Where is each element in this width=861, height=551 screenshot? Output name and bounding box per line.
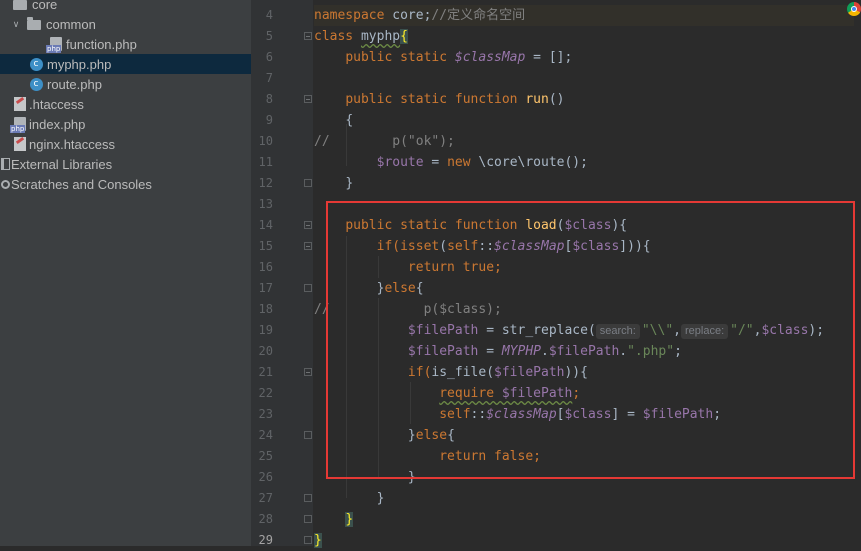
line-number: 5 [265,29,273,43]
line-number: 24 [258,428,273,442]
code-line-27[interactable]: } [314,488,385,509]
fold-marker-icon[interactable] [304,221,312,229]
php-class-icon: c [28,56,44,72]
code-line-9[interactable]: { [314,110,353,131]
fold-marker-icon[interactable] [304,431,312,439]
line-number: 19 [258,323,273,337]
line-number: 23 [258,407,273,421]
line-number: 20 [258,344,273,358]
tree-item-label: index.php [29,116,86,132]
line-number: 17 [258,281,273,295]
tree-item-label: Scratches and Consoles [11,176,152,192]
line-number: 28 [258,512,273,526]
project-tree-panel: core ∨ common function.php c myphp.php c… [0,0,251,546]
htaccess-file-icon [12,136,28,152]
line-number: 7 [265,71,273,85]
code-line-8[interactable]: public static function run() [314,89,564,110]
tree-item-label: External Libraries [11,156,113,172]
line-number: 12 [258,176,273,190]
tree-item-myphp-php[interactable]: c myphp.php [0,54,251,74]
line-number: 15 [258,239,273,253]
tree-item-label: .htaccess [29,96,84,112]
tree-item-index-php[interactable]: index.php [0,114,251,134]
line-number: 11 [258,155,273,169]
code-line-5[interactable]: class myphp{ [314,26,408,47]
tree-item-external-libraries[interactable]: External Libraries [0,154,251,174]
line-number: 27 [258,491,273,505]
tree-item-core[interactable]: core [0,0,251,14]
line-number: 14 [258,218,273,232]
php-file-icon [10,116,28,133]
tree-item-label: route.php [47,76,102,92]
line-number: 18 [258,302,273,316]
fold-marker-icon[interactable] [304,536,312,544]
fold-marker-icon[interactable] [304,515,312,523]
tree-item-label: common [46,16,96,32]
line-number: 13 [258,197,273,211]
code-line-29[interactable]: } [314,530,322,551]
fold-marker-icon[interactable] [304,284,312,292]
highlight-annotation-box [326,201,855,479]
tree-item-scratches[interactable]: Scratches and Consoles [0,174,251,194]
line-number: 25 [258,449,273,463]
line-number: 29 [258,533,273,547]
line-number: 16 [258,260,273,274]
line-number: 8 [265,92,273,106]
code-line-4[interactable]: namespace core;//定义命名空间 [314,5,854,26]
folder-icon [12,0,28,12]
fold-marker-icon[interactable] [304,494,312,502]
folder-icon [26,16,42,32]
php-class-icon: c [28,76,44,92]
line-number: 9 [265,113,273,127]
tree-item-htaccess[interactable]: .htaccess [0,94,251,114]
scratches-icon [0,176,10,192]
line-number: 22 [258,386,273,400]
line-number: 26 [258,470,273,484]
chrome-browser-icon[interactable] [847,2,861,16]
fold-marker-icon[interactable] [304,242,312,250]
fold-marker-icon[interactable] [304,32,312,40]
tree-item-label: function.php [66,36,137,52]
code-line-6[interactable]: public static $classMap = []; [314,47,572,68]
tree-item-label: myphp.php [47,56,112,72]
tree-item-route-php[interactable]: c route.php [0,74,251,94]
code-line-28[interactable]: } [314,509,354,530]
tree-item-label: core [32,0,58,12]
line-number: 21 [258,365,273,379]
fold-marker-icon[interactable] [304,368,312,376]
php-file-icon [46,36,64,53]
code-line-12[interactable]: } [314,173,353,194]
code-line-10[interactable]: // p("ok"); [314,131,455,152]
line-number: 4 [265,8,273,22]
fold-marker-icon[interactable] [304,95,312,103]
tree-item-nginx-htaccess[interactable]: nginx.htaccess [0,134,251,154]
line-number: 6 [265,50,273,64]
chevron-down-icon[interactable]: ∨ [10,19,22,30]
code-line-11[interactable]: $route = new \core\route(); [314,152,588,173]
tree-item-common[interactable]: ∨ common [0,14,251,34]
htaccess-file-icon [12,96,28,112]
tree-item-label: nginx.htaccess [29,136,115,152]
tree-item-function-php[interactable]: function.php [0,34,251,54]
line-number: 10 [258,134,273,148]
libraries-icon [0,156,10,172]
fold-marker-icon[interactable] [304,179,312,187]
